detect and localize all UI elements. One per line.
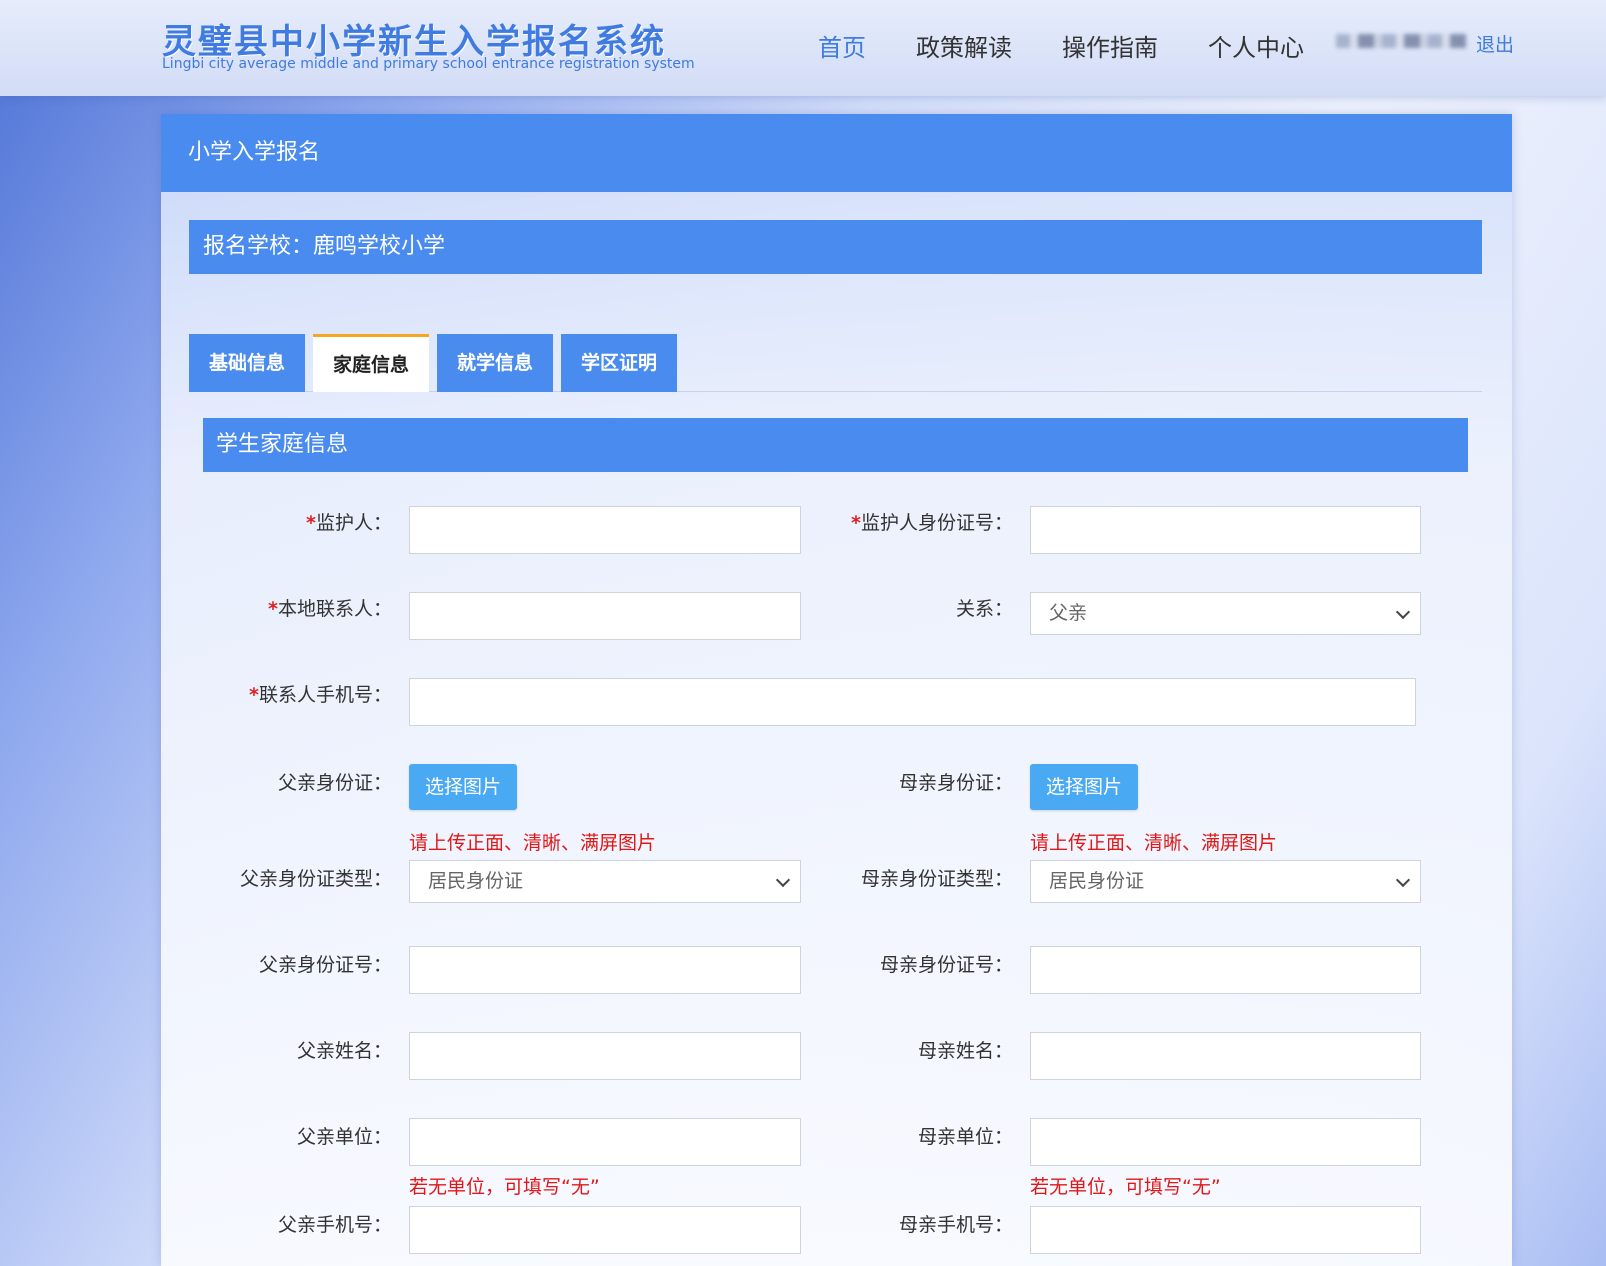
tab-bar: 基础信息 家庭信息 就学信息 学区证明: [189, 334, 1482, 392]
nav-guide[interactable]: 操作指南: [1062, 28, 1158, 63]
father-work-label: 父亲单位：: [296, 1126, 392, 1148]
father-id-no-input[interactable]: [409, 946, 801, 994]
mother-phone-label: 母亲手机号：: [898, 1214, 1013, 1236]
chevron-down-icon: [1395, 872, 1411, 888]
user-name-blurred: [1336, 34, 1466, 48]
mother-phone-input[interactable]: [1030, 1206, 1421, 1254]
school-name-bar: 报名学校：鹿鸣学校小学: [189, 220, 1482, 274]
mother-id-type-label: 母亲身份证类型：: [860, 868, 1013, 890]
guardian-id-input[interactable]: [1030, 506, 1421, 554]
tab-school-info[interactable]: 就学信息: [437, 334, 553, 392]
father-id-card-label: 父亲身份证：: [277, 772, 392, 794]
nav-personal-center[interactable]: 个人中心: [1208, 28, 1304, 63]
required-mark: *: [851, 512, 861, 534]
card-title: 小学入学报名: [161, 114, 1512, 192]
top-header: 灵璧县中小学新生入学报名系统 Lingbi city average middl…: [0, 0, 1606, 96]
required-mark: *: [268, 598, 278, 620]
registration-card: 小学入学报名 报名学校：鹿鸣学校小学 基础信息 家庭信息 就学信息 学区证明 学…: [161, 114, 1512, 1266]
logout-link[interactable]: 退出: [1476, 30, 1514, 57]
logo-subtitle: Lingbi city average middle and primary s…: [162, 56, 695, 72]
guardian-id-label: *监护人身份证号：: [851, 512, 1013, 534]
mother-id-type-select[interactable]: 居民身份证: [1030, 860, 1421, 903]
relation-value: 父亲: [1049, 602, 1088, 624]
guardian-input[interactable]: [409, 506, 801, 554]
relation-select[interactable]: 父亲: [1030, 592, 1421, 635]
father-upload-hint: 请上传正面、清晰、满屏图片: [409, 832, 657, 854]
father-id-type-label: 父亲身份证类型：: [239, 868, 392, 890]
local-contact-input[interactable]: [409, 592, 801, 640]
father-name-label: 父亲姓名：: [296, 1040, 392, 1062]
father-work-hint: 若无单位，可填写“无”: [409, 1176, 600, 1198]
guardian-label: *监护人：: [306, 512, 392, 534]
mother-id-card-label: 母亲身份证：: [898, 772, 1013, 794]
father-id-no-label: 父亲身份证号：: [258, 954, 392, 976]
mother-work-hint: 若无单位，可填写“无”: [1030, 1176, 1221, 1198]
local-contact-label: *本地联系人：: [268, 598, 392, 620]
mother-name-label: 母亲姓名：: [917, 1040, 1013, 1062]
mother-id-type-value: 居民身份证: [1049, 870, 1145, 892]
contact-phone-label: *联系人手机号：: [249, 684, 392, 706]
chevron-down-icon: [1395, 604, 1411, 620]
father-id-type-select[interactable]: 居民身份证: [409, 860, 801, 903]
required-mark: *: [249, 684, 259, 706]
tab-basic-info[interactable]: 基础信息: [189, 334, 305, 392]
mother-id-no-label: 母亲身份证号：: [879, 954, 1013, 976]
tab-district-proof[interactable]: 学区证明: [561, 334, 677, 392]
section-title: 学生家庭信息: [203, 418, 1468, 472]
father-work-input[interactable]: [409, 1118, 801, 1166]
mother-work-label: 母亲单位：: [917, 1126, 1013, 1148]
father-choose-image-button[interactable]: 选择图片: [409, 764, 517, 810]
chevron-down-icon: [775, 872, 791, 888]
father-phone-label: 父亲手机号：: [277, 1214, 392, 1236]
tab-family-info[interactable]: 家庭信息: [313, 334, 429, 392]
mother-choose-image-button[interactable]: 选择图片: [1030, 764, 1138, 810]
mother-id-no-input[interactable]: [1030, 946, 1421, 994]
mother-name-input[interactable]: [1030, 1032, 1421, 1080]
father-name-input[interactable]: [409, 1032, 801, 1080]
nav-home[interactable]: 首页: [818, 28, 866, 63]
father-phone-input[interactable]: [409, 1206, 801, 1254]
mother-upload-hint: 请上传正面、清晰、满屏图片: [1030, 832, 1278, 854]
contact-phone-input[interactable]: [409, 678, 1416, 726]
nav-policy[interactable]: 政策解读: [916, 28, 1012, 63]
father-id-type-value: 居民身份证: [428, 870, 524, 892]
mother-work-input[interactable]: [1030, 1118, 1421, 1166]
relation-label: 关系：: [955, 598, 1013, 620]
required-mark: *: [306, 512, 316, 534]
